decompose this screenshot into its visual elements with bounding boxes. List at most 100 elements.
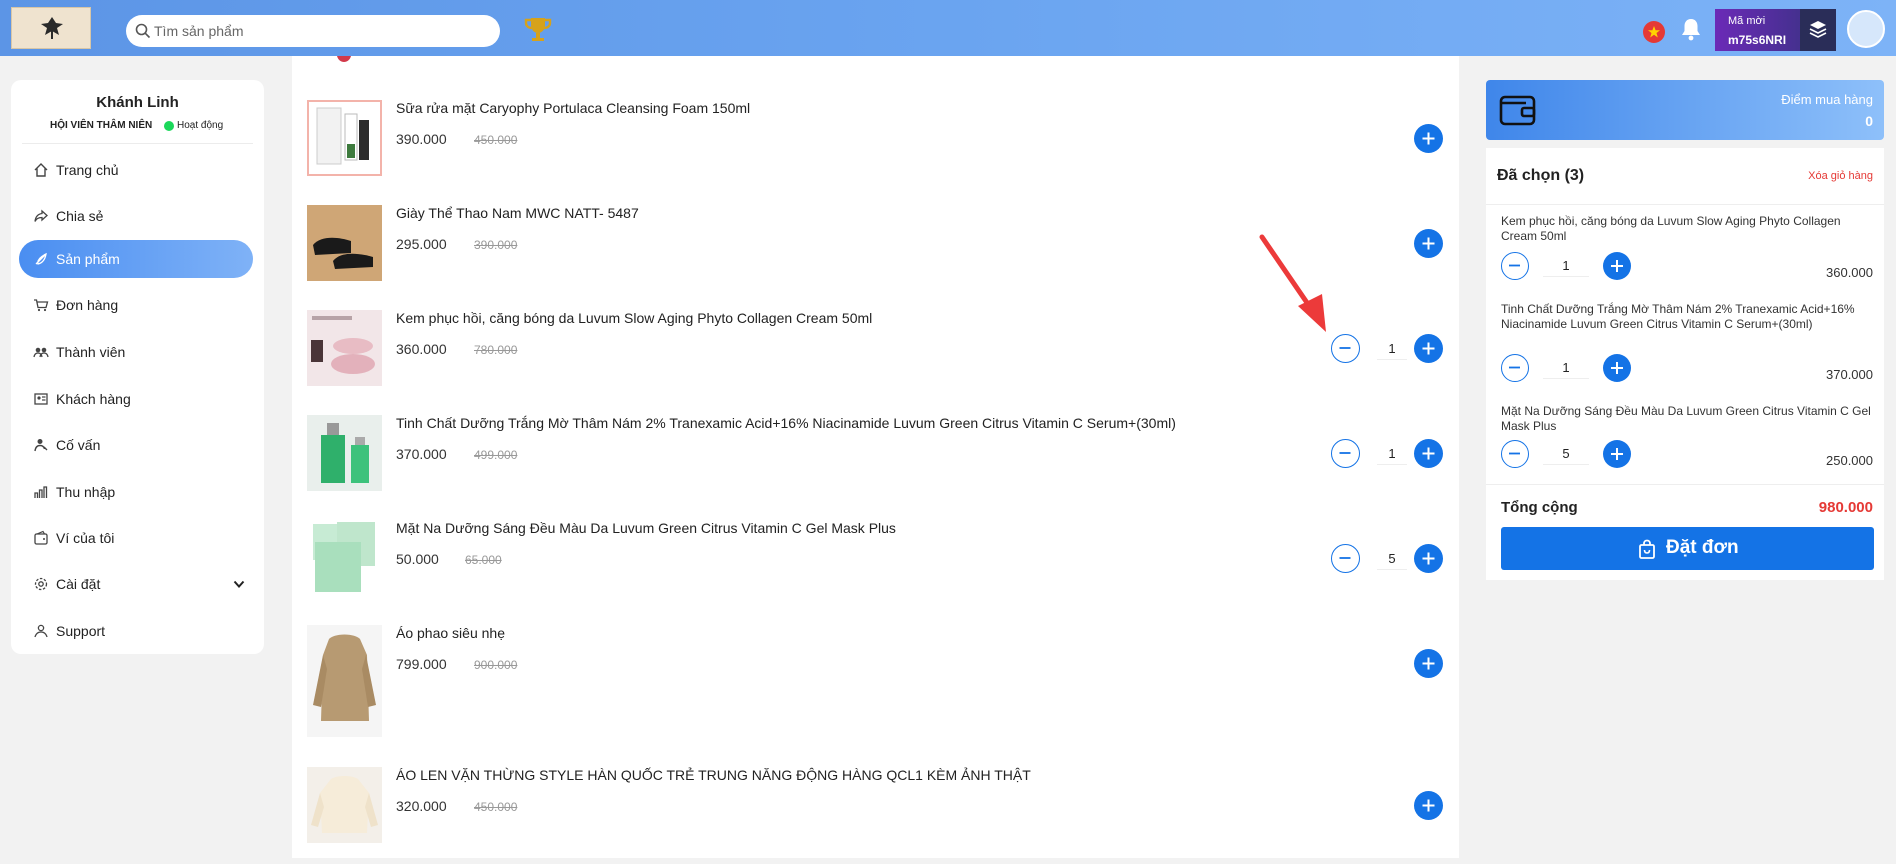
- sidebar-item-income[interactable]: Thu nhập: [19, 473, 253, 511]
- sidebar-item-orders[interactable]: Đơn hàng: [19, 286, 253, 324]
- decrease-quantity-button[interactable]: [1501, 354, 1529, 382]
- product-name[interactable]: Áo phao siêu nhẹ: [396, 625, 505, 641]
- increase-quantity-button[interactable]: [1603, 440, 1631, 468]
- product-name[interactable]: Tinh Chất Dưỡng Trắng Mờ Thâm Nám 2% Tra…: [396, 415, 1176, 431]
- product-image[interactable]: [307, 415, 382, 491]
- sidebar-item-label: Đơn hàng: [56, 297, 119, 313]
- decrease-quantity-button[interactable]: [1501, 252, 1529, 280]
- trophy-icon[interactable]: [523, 14, 553, 44]
- user-name: Khánh Linh: [96, 94, 179, 111]
- cart-divider: [1486, 484, 1884, 485]
- annotation-arrow-icon: [1259, 234, 1326, 332]
- star-icon: [1648, 26, 1660, 38]
- plus-icon: [1422, 447, 1435, 460]
- decrease-quantity-button[interactable]: [1331, 544, 1360, 573]
- search-input[interactable]: [154, 15, 484, 47]
- cart-divider: [1486, 204, 1884, 205]
- cart-title: Đã chọn (3): [1497, 167, 1585, 184]
- sidebar-item-label: Sản phẩm: [56, 251, 120, 267]
- sidebar-item-label: Support: [56, 623, 106, 639]
- sidebar-item-advisor[interactable]: Cố vấn: [19, 426, 253, 464]
- product-name[interactable]: Kem phục hồi, căng bóng da Luvum Slow Ag…: [396, 310, 872, 326]
- product-image[interactable]: [307, 205, 382, 281]
- language-flag-icon[interactable]: [1643, 21, 1665, 43]
- quantity-value[interactable]: 1: [1543, 357, 1589, 379]
- sidebar-item-support[interactable]: Support: [19, 612, 253, 650]
- minus-icon: [1509, 452, 1520, 455]
- search-icon: [135, 23, 151, 39]
- share-icon: [34, 209, 48, 222]
- product-image[interactable]: [307, 310, 382, 386]
- sidebar-item-settings[interactable]: Cài đặt: [19, 565, 253, 603]
- product-icon: [35, 252, 47, 265]
- cart-item-price: 360.000: [1826, 265, 1873, 280]
- referral-code-label: Mã mời: [1728, 15, 1766, 27]
- user-avatar[interactable]: [1847, 10, 1885, 48]
- product-name[interactable]: Giày Thể Thao Nam MWC NATT- 5487: [396, 205, 639, 221]
- product-name[interactable]: Mặt Na Dưỡng Sáng Đều Màu Da Luvum Green…: [396, 520, 896, 536]
- product-image-partial: [337, 56, 351, 62]
- plus-icon: [1422, 237, 1435, 250]
- customers-icon: [34, 393, 48, 405]
- product-image[interactable]: [307, 625, 382, 737]
- increase-quantity-button[interactable]: [1414, 439, 1443, 468]
- total-label: Tổng cộng: [1501, 499, 1578, 516]
- bell-icon[interactable]: [1680, 17, 1702, 41]
- sidebar-item-members[interactable]: Thành viên: [19, 333, 253, 371]
- chevron-down-icon[interactable]: [233, 579, 245, 589]
- increase-quantity-button[interactable]: [1603, 354, 1631, 382]
- sidebar-item-products[interactable]: Sản phẩm: [19, 240, 253, 278]
- product-price: 799.000: [396, 656, 447, 672]
- sidebar: Khánh Linh HỘI VIÊN THÂM NIÊN Hoạt động …: [11, 80, 264, 654]
- product-old-price: 450.000: [474, 800, 518, 814]
- increase-quantity-button[interactable]: [1414, 334, 1443, 363]
- product-name[interactable]: Sữa rửa mặt Caryophy Portulaca Cleansing…: [396, 100, 750, 116]
- referral-code-box[interactable]: Mã mời m75s6NRI: [1715, 9, 1800, 51]
- sidebar-item-share[interactable]: Chia sẻ: [19, 197, 253, 235]
- add-to-cart-button[interactable]: [1414, 124, 1443, 153]
- sidebar-item-label: Khách hàng: [56, 391, 131, 407]
- place-order-button[interactable]: Đặt đơn: [1501, 527, 1874, 570]
- decrease-quantity-button[interactable]: [1331, 439, 1360, 468]
- points-label: Điểm mua hàng: [1781, 92, 1873, 107]
- shopping-bag-icon: [1639, 539, 1655, 559]
- quantity-value[interactable]: 5: [1543, 443, 1589, 465]
- clear-cart-link[interactable]: Xóa giỏ hàng: [1808, 170, 1873, 182]
- sidebar-item-label: Thành viên: [56, 344, 126, 360]
- decrease-quantity-button[interactable]: [1501, 440, 1529, 468]
- plus-icon: [1611, 448, 1623, 460]
- add-to-cart-button[interactable]: [1414, 649, 1443, 678]
- points-value: 0: [1865, 113, 1873, 129]
- plus-icon: [1422, 132, 1435, 145]
- decrease-quantity-button[interactable]: [1331, 334, 1360, 363]
- plus-icon: [1422, 342, 1435, 355]
- increase-quantity-button[interactable]: [1603, 252, 1631, 280]
- minus-icon: [1509, 264, 1520, 267]
- sidebar-item-wallet[interactable]: Ví của tôi: [19, 519, 253, 557]
- increase-quantity-button[interactable]: [1414, 544, 1443, 573]
- logo-emblem-icon: [41, 17, 63, 39]
- minus-icon: [1339, 452, 1351, 454]
- product-image[interactable]: [307, 520, 382, 596]
- sidebar-item-customers[interactable]: Khách hàng: [19, 380, 253, 418]
- product-old-price: 900.000: [474, 658, 518, 672]
- quantity-value[interactable]: 1: [1543, 255, 1589, 277]
- quantity-value[interactable]: 5: [1377, 548, 1407, 570]
- quantity-value[interactable]: 1: [1377, 338, 1407, 360]
- sidebar-item-home[interactable]: Trang chủ: [19, 151, 253, 189]
- product-image[interactable]: [307, 100, 382, 176]
- quantity-value[interactable]: 1: [1377, 443, 1407, 465]
- add-to-cart-button[interactable]: [1414, 791, 1443, 820]
- product-image[interactable]: [307, 767, 382, 843]
- place-order-label: Đặt đơn: [1666, 537, 1739, 558]
- cart-item-name: Tinh Chất Dưỡng Trắng Mờ Thâm Nám 2% Tra…: [1501, 302, 1855, 331]
- copy-code-button[interactable]: [1800, 9, 1836, 51]
- status-text: Hoạt động: [177, 120, 224, 131]
- total-value: 980.000: [1818, 499, 1873, 516]
- product-name[interactable]: ÁO LEN VẶN THỪNG STYLE HÀN QUỐC TRẺ TRUN…: [396, 767, 1031, 783]
- wallet-icon: [34, 530, 48, 545]
- support-icon: [34, 624, 48, 638]
- add-to-cart-button[interactable]: [1414, 229, 1443, 258]
- sidebar-item-label: Thu nhập: [56, 484, 116, 500]
- brand-logo[interactable]: [11, 7, 91, 49]
